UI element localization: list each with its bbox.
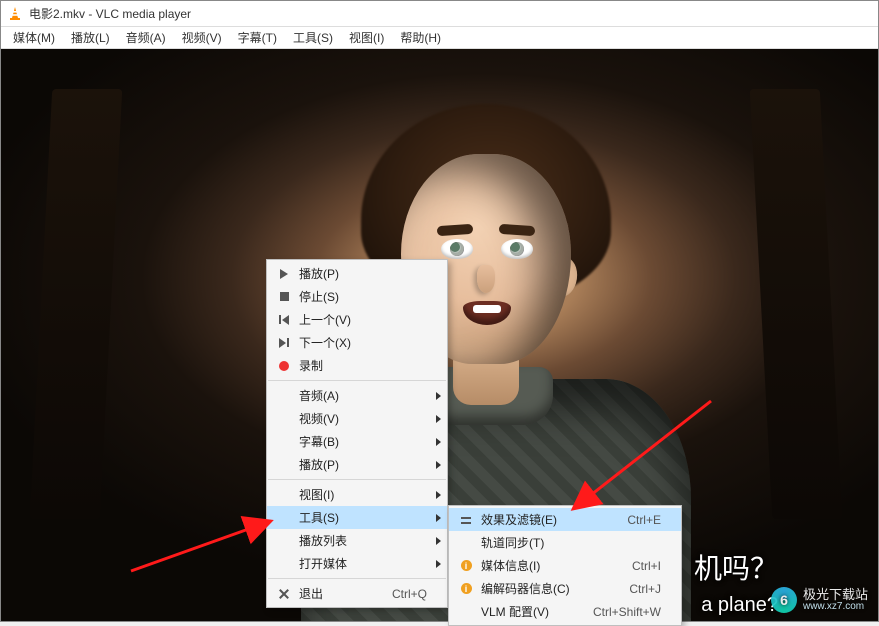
cm-record[interactable]: 录制: [267, 354, 447, 377]
previous-icon: [273, 315, 295, 325]
cm-quit[interactable]: 退出 Ctrl+Q: [267, 582, 447, 605]
next-icon: [273, 338, 295, 348]
cm-tools[interactable]: 工具(S): [267, 506, 447, 529]
cm-stop[interactable]: 停止(S): [267, 285, 447, 308]
menu-playback[interactable]: 播放(L): [63, 27, 118, 48]
menu-media[interactable]: 媒体(M): [5, 27, 63, 48]
close-icon: [273, 589, 295, 599]
cm-play[interactable]: 播放(P): [267, 262, 447, 285]
menu-tools[interactable]: 工具(S): [285, 27, 341, 48]
watermark: 6 极光下载站 www.xz7.com: [771, 587, 868, 613]
cm-playlist[interactable]: 播放列表: [267, 529, 447, 552]
cm-open-media[interactable]: 打开媒体: [267, 552, 447, 575]
chevron-right-icon: [436, 537, 441, 545]
menu-subtitle[interactable]: 字幕(T): [230, 27, 285, 48]
window-title: 电影2.mkv - VLC media player: [29, 5, 191, 22]
menu-video[interactable]: 视频(V): [174, 27, 230, 48]
menu-help[interactable]: 帮助(H): [392, 27, 449, 48]
subtitle-cn: 机吗？: [694, 547, 778, 587]
info-icon: i: [455, 560, 477, 571]
divider: [268, 479, 446, 480]
divider: [268, 578, 446, 579]
stop-icon: [273, 292, 295, 301]
sm-vlm-config[interactable]: VLM 配置(V) Ctrl+Shift+W: [449, 600, 681, 623]
watermark-url: www.xz7.com: [803, 602, 868, 613]
chevron-right-icon: [436, 392, 441, 400]
chevron-right-icon: [436, 491, 441, 499]
chevron-right-icon: [436, 514, 441, 522]
sm-codec-info[interactable]: i 编解码器信息(C) Ctrl+J: [449, 577, 681, 600]
cm-playback[interactable]: 播放(P): [267, 453, 447, 476]
cm-next[interactable]: 下一个(X): [267, 331, 447, 354]
info-icon: i: [455, 583, 477, 594]
watermark-logo-icon: 6: [771, 587, 797, 613]
sm-media-info[interactable]: i 媒体信息(I) Ctrl+I: [449, 554, 681, 577]
cm-audio[interactable]: 音频(A): [267, 384, 447, 407]
cm-prev[interactable]: 上一个(V): [267, 308, 447, 331]
menubar: 媒体(M) 播放(L) 音频(A) 视频(V) 字幕(T) 工具(S) 视图(I…: [1, 27, 878, 49]
sm-effects-filters[interactable]: 效果及滤镜(E) Ctrl+E: [449, 508, 681, 531]
sm-track-sync[interactable]: 轨道同步(T): [449, 531, 681, 554]
record-icon: [273, 361, 295, 371]
tools-submenu[interactable]: 效果及滤镜(E) Ctrl+E 轨道同步(T) i 媒体信息(I) Ctrl+I…: [448, 505, 682, 626]
context-menu[interactable]: 播放(P) 停止(S) 上一个(V) 下一个(X) 录制 音频(A) 视频(V)…: [266, 259, 448, 608]
menu-audio[interactable]: 音频(A): [118, 27, 174, 48]
watermark-name: 极光下载站: [803, 588, 868, 602]
vlc-cone-icon: [7, 6, 23, 22]
divider: [268, 380, 446, 381]
cm-video[interactable]: 视频(V): [267, 407, 447, 430]
sliders-icon: [455, 515, 477, 525]
chevron-right-icon: [436, 461, 441, 469]
play-icon: [273, 269, 295, 279]
menu-view[interactable]: 视图(I): [341, 27, 392, 48]
chevron-right-icon: [436, 415, 441, 423]
titlebar: 电影2.mkv - VLC media player: [1, 1, 878, 27]
chevron-right-icon: [436, 438, 441, 446]
chevron-right-icon: [436, 560, 441, 568]
cm-view[interactable]: 视图(I): [267, 483, 447, 506]
cm-subtitle[interactable]: 字幕(B): [267, 430, 447, 453]
subtitle-en: a plane?: [701, 594, 778, 617]
